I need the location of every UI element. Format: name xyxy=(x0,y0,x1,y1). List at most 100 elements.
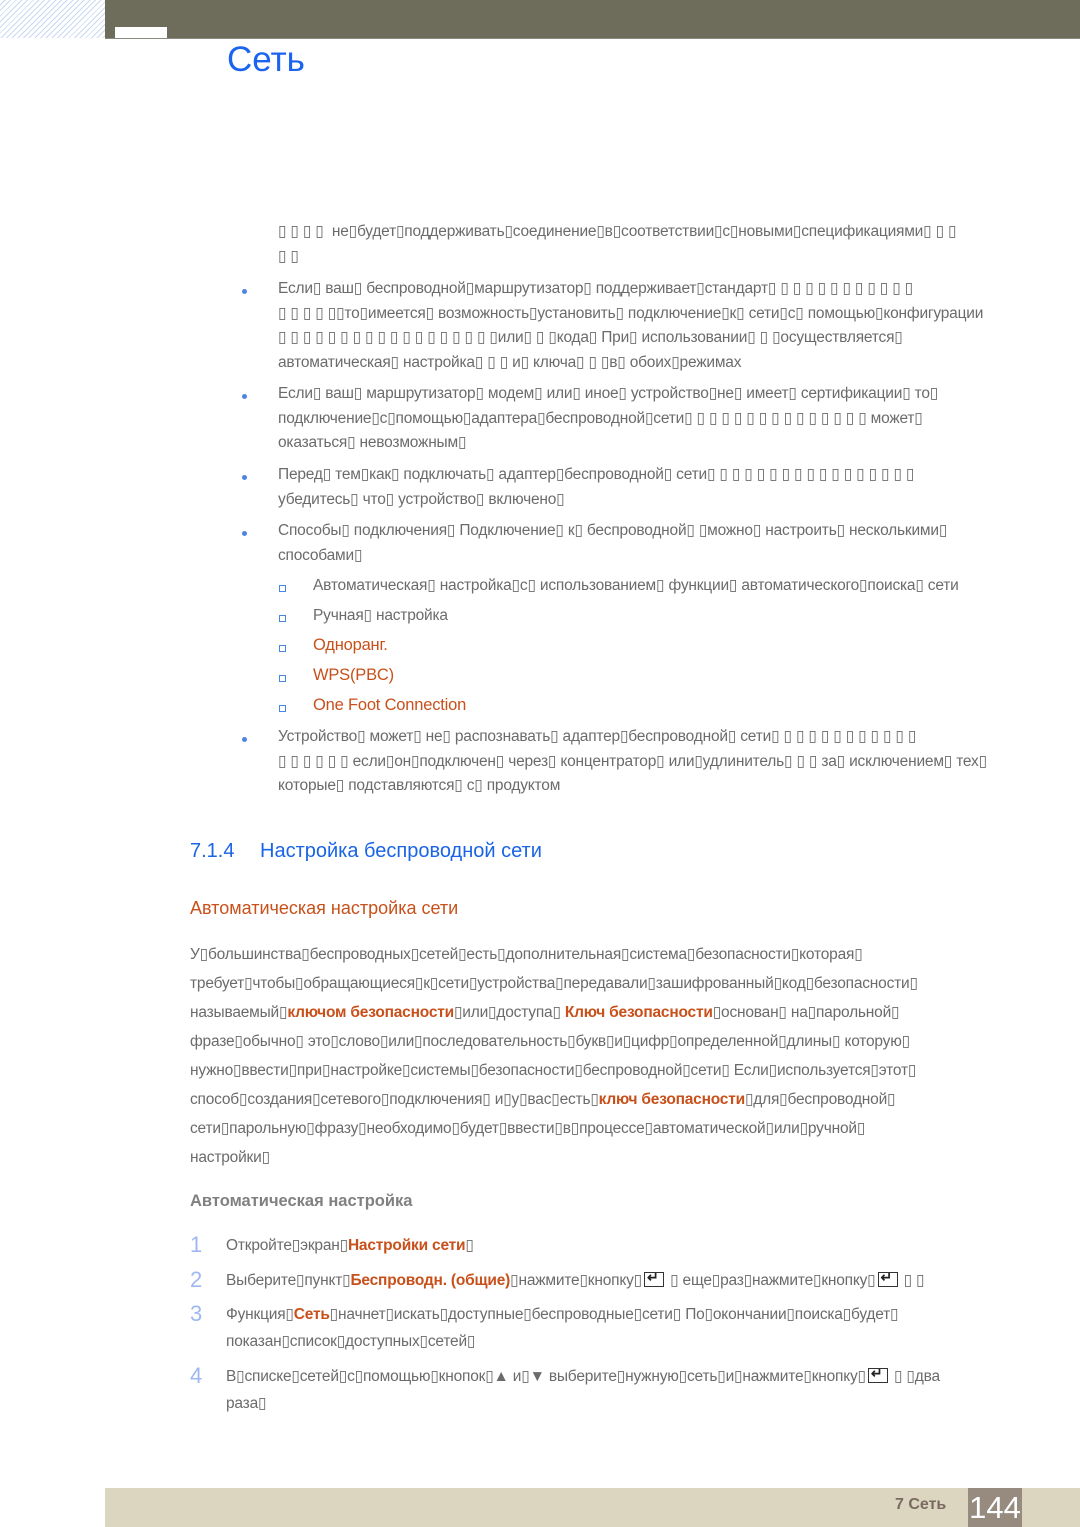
enter-key-icon xyxy=(867,1365,888,1383)
highlighted-term: ключом безопасности xyxy=(287,1004,454,1021)
section-heading: 7.1.4 Настройка беспроводной сети xyxy=(190,840,542,863)
step-number: 4 xyxy=(190,1363,203,1388)
text-line: Если▯ ваш▯ маршрутизатор▯ модем▯ или▯ ин… xyxy=(278,384,938,403)
text-run: ▯или▯доступа▯ xyxy=(453,1004,565,1021)
bullet-icon xyxy=(242,394,247,399)
text-line: Функция▯Сеть▯начнет▯искать▯доступные▯бес… xyxy=(226,1305,899,1324)
text-run: ▯ xyxy=(465,1237,474,1254)
text-run: ▯основан▯ на▯парольной▯ xyxy=(712,1004,900,1021)
text-line: Если▯ ваш▯ беспроводной▯маршрутизатор▯ п… xyxy=(278,279,913,298)
text-line: Способы▯ подключения▯ Подключение▯ к▯ бе… xyxy=(278,521,947,540)
text-run: Откройте▯экран▯ xyxy=(226,1237,348,1254)
page-number: 144 xyxy=(968,1488,1022,1527)
text-run: ▯начнет▯искать▯доступные▯беспроводные▯се… xyxy=(329,1306,899,1323)
text-run: способ▯создания▯сетевого▯подключения▯ и▯… xyxy=(190,1091,599,1108)
sub-item: Ручная▯ настройка xyxy=(313,607,448,624)
enter-key-icon xyxy=(877,1269,898,1287)
text-run: ▯ ▯два xyxy=(889,1368,940,1385)
highlighted-term: Настройки сети xyxy=(347,1237,466,1254)
highlighted-term: ключ безопасности xyxy=(598,1091,745,1108)
square-bullet-icon xyxy=(279,675,286,682)
text-run: требует▯чтобы▯обращающиеся▯к▯сети▯устрой… xyxy=(190,975,918,992)
bullet-icon xyxy=(242,475,247,480)
step-number: 1 xyxy=(190,1232,203,1257)
text-run: В▯списке▯сетей▯с▯помощью▯кнопок▯▲ и▯▼ вы… xyxy=(226,1368,866,1385)
text-line: У▯большинства▯беспроводных▯сетей▯есть▯до… xyxy=(190,945,863,964)
text-run: настройки▯ xyxy=(190,1149,270,1166)
step-number: 2 xyxy=(190,1267,203,1292)
text-run: ▯для▯беспроводной▯ xyxy=(744,1091,896,1108)
text-line: ▯ ▯ ▯ ▯ не▯будет▯поддерживать▯соединение… xyxy=(278,222,957,241)
text-run: фразе▯обычно▯ это▯слово▯или▯последовател… xyxy=(190,1033,910,1050)
text-run: которые▯ подставляются▯ с▯ продуктом xyxy=(278,777,561,794)
text-run: способами▯ xyxy=(278,547,363,564)
text-run: Если▯ ваш▯ маршрутизатор▯ модем▯ или▯ ин… xyxy=(278,385,939,402)
text-line: сети▯парольную▯фразу▯необходимо▯будет▯вв… xyxy=(190,1119,865,1138)
text-run: оказаться▯ невозможным▯ xyxy=(278,434,467,451)
enter-key-icon xyxy=(643,1269,664,1287)
square-bullet-icon xyxy=(279,705,286,712)
text-run: Перед▯ тем▯как▯ подключать▯ адаптер▯бесп… xyxy=(278,466,915,483)
procedure-title: Автоматическая настройка xyxy=(190,1192,413,1210)
text-run: показан▯список▯доступных▯сетей▯ xyxy=(226,1333,476,1350)
highlighted-term: Ключ безопасности xyxy=(564,1004,713,1021)
text-run: называемый▯ xyxy=(190,1004,288,1021)
text-run: ▯ еще▯раз▯нажмите▯кнопку▯ xyxy=(665,1272,876,1289)
text-line: ▯ ▯ xyxy=(278,247,299,266)
text-run: раза▯ xyxy=(226,1395,267,1412)
text-line: Выберите▯пункт▯Беспроводн. (общие)▯нажми… xyxy=(226,1269,925,1290)
header-bar xyxy=(105,0,1080,39)
text-line: настройки▯ xyxy=(190,1148,270,1167)
text-line: раза▯ xyxy=(226,1394,267,1413)
text-line: оказаться▯ невозможным▯ xyxy=(278,433,466,452)
text-line: Откройте▯экран▯Настройки сети▯ xyxy=(226,1236,474,1255)
sub-item: One Foot Connection xyxy=(313,696,467,714)
step-number: 3 xyxy=(190,1301,203,1326)
corner-hatch-decoration xyxy=(0,0,105,38)
text-run: Функция▯ xyxy=(226,1306,294,1323)
highlighted-term: Беспроводн. (общие) xyxy=(350,1272,511,1289)
text-run: ▯ ▯ xyxy=(899,1272,925,1289)
text-run: подключение▯с▯помощью▯адаптера▯беспровод… xyxy=(278,410,923,427)
text-line: подключение▯с▯помощью▯адаптера▯беспровод… xyxy=(278,409,923,428)
text-run: убедитесь▯ что▯ устройство▯ включено▯ xyxy=(278,491,565,508)
text-run: сети▯парольную▯фразу▯необходимо▯будет▯вв… xyxy=(190,1120,866,1137)
bullet-icon xyxy=(242,737,247,742)
section-number: 7.1.4 xyxy=(190,840,235,862)
sub-item: Одноранг. xyxy=(313,636,388,654)
square-bullet-icon xyxy=(279,645,286,652)
text-run: ▯ ▯ ▯ ▯ ▯ ▯ если▯он▯подключен▯ через▯ ко… xyxy=(278,753,987,770)
text-line: способами▯ xyxy=(278,546,362,565)
text-line: автоматическая▯ настройка▯ ▯ ▯ и▯ ключа▯… xyxy=(278,353,741,372)
text-run: У▯большинства▯беспроводных▯сетей▯есть▯до… xyxy=(190,946,863,963)
sub-item: Автоматическая▯ настройка▯с▯ использован… xyxy=(313,577,959,594)
text-line: называемый▯ключом безопасности▯или▯досту… xyxy=(190,1003,900,1022)
page-title: Сеть xyxy=(227,40,305,79)
text-line: ▯ ▯ ▯ ▯ ▯ ▯ если▯он▯подключен▯ через▯ ко… xyxy=(278,752,987,771)
text-line: убедитесь▯ что▯ устройство▯ включено▯ xyxy=(278,490,565,509)
text-run: нужно▯ввести▯при▯настройке▯системы▯безоп… xyxy=(190,1062,917,1079)
text-run: Устройство▯ может▯ не▯ распознавать▯ ада… xyxy=(278,728,917,745)
text-line: нужно▯ввести▯при▯настройке▯системы▯безоп… xyxy=(190,1061,916,1080)
bullet-icon xyxy=(242,531,247,536)
subsection-heading: Автоматическая настройка сети xyxy=(190,898,459,918)
text-run: Если▯ ваш▯ беспроводной▯маршрутизатор▯ п… xyxy=(278,280,914,297)
section-title: Настройка беспроводной сети xyxy=(260,840,542,862)
text-run: автоматическая▯ настройка▯ ▯ ▯ и▯ ключа▯… xyxy=(278,354,742,371)
text-run: ▯нажмите▯кнопку▯ xyxy=(510,1272,642,1289)
text-line: ▯ ▯ ▯ ▯ ▯ ▯ ▯ ▯ ▯ ▯ ▯ ▯ ▯ ▯ ▯ ▯ ▯ ▯или▯ … xyxy=(278,328,903,347)
text-run: ▯ ▯ xyxy=(278,248,299,265)
text-run: ▯ ▯ ▯ ▯ ▯▯то▯имеется▯ возможность▯устано… xyxy=(278,305,984,322)
text-line: которые▯ подставляются▯ с▯ продуктом xyxy=(278,776,560,795)
footer-chapter: 7 Сеть xyxy=(895,1496,947,1513)
sub-item: WPS(PBC) xyxy=(313,666,394,684)
text-run: ▯ ▯ ▯ ▯ ▯ ▯ ▯ ▯ ▯ ▯ ▯ ▯ ▯ ▯ ▯ ▯ ▯ ▯или▯ … xyxy=(278,329,903,346)
text-line: способ▯создания▯сетевого▯подключения▯ и▯… xyxy=(190,1090,896,1109)
square-bullet-icon xyxy=(279,615,286,622)
text-line: Перед▯ тем▯как▯ подключать▯ адаптер▯бесп… xyxy=(278,465,914,484)
square-bullet-icon xyxy=(279,585,286,592)
text-run: Способы▯ подключения▯ Подключение▯ к▯ бе… xyxy=(278,522,948,539)
bullet-icon xyxy=(242,289,247,294)
text-run: ▯ ▯ ▯ ▯ не▯будет▯поддерживать▯соединение… xyxy=(278,223,957,240)
text-run: Выберите▯пункт▯ xyxy=(226,1272,351,1289)
